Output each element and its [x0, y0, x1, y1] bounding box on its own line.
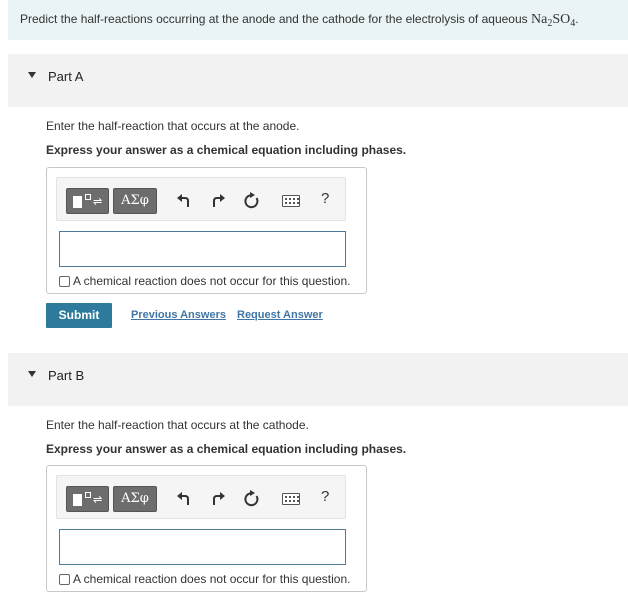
equation-toolbar: ⇌ ΑΣφ ?: [56, 177, 346, 221]
question-text: Predict the half-reactions occurring at …: [20, 12, 579, 29]
part-b-prompt: Enter the half-reaction that occurs at t…: [46, 418, 309, 432]
templates-icon[interactable]: ⇌: [66, 188, 109, 214]
part-a-equation-input[interactable]: [59, 231, 346, 267]
question-prefix: Predict the half-reactions occurring at …: [20, 12, 531, 26]
help-icon[interactable]: ?: [321, 190, 329, 207]
reset-icon[interactable]: [243, 192, 261, 210]
question-banner: Predict the half-reactions occurring at …: [8, 0, 628, 40]
help-icon[interactable]: ?: [321, 488, 329, 505]
request-answer-link[interactable]: Request Answer: [237, 309, 323, 321]
equation-toolbar: ⇌ ΑΣφ ?: [56, 475, 346, 519]
part-a-instruction: Express your answer as a chemical equati…: [46, 143, 407, 157]
previous-answers-link[interactable]: Previous Answers: [131, 309, 226, 321]
greek-symbols-button[interactable]: ΑΣφ: [113, 486, 157, 512]
part-a-prompt: Enter the half-reaction that occurs at t…: [46, 119, 300, 133]
part-b-title: Part B: [48, 368, 85, 383]
templates-icon[interactable]: ⇌: [66, 486, 109, 512]
part-a-title: Part A: [48, 69, 84, 84]
keyboard-icon[interactable]: [282, 195, 300, 207]
no-reaction-label: A chemical reaction does not occur for t…: [73, 572, 351, 586]
part-a-no-reaction-checkbox[interactable]: A chemical reaction does not occur for t…: [59, 274, 350, 288]
redo-icon[interactable]: [209, 490, 227, 508]
submit-button[interactable]: Submit: [46, 303, 112, 328]
redo-icon[interactable]: [209, 192, 227, 210]
part-b-no-reaction-checkbox[interactable]: A chemical reaction does not occur for t…: [59, 572, 350, 586]
chemical-formula: Na2SO4: [530, 12, 576, 29]
undo-icon[interactable]: [175, 192, 193, 210]
collapse-arrow-icon[interactable]: [28, 371, 36, 377]
part-b-answer-box: ⇌ ΑΣφ ? A chemical reaction does not occ…: [46, 465, 367, 592]
no-reaction-label: A chemical reaction does not occur for t…: [73, 274, 351, 288]
reset-icon[interactable]: [243, 490, 261, 508]
undo-icon[interactable]: [175, 490, 193, 508]
checkbox-icon[interactable]: [59, 574, 70, 585]
keyboard-icon[interactable]: [282, 493, 300, 505]
part-b-header[interactable]: Part B: [8, 353, 628, 406]
part-a-answer-box: ⇌ ΑΣφ ? A chemical reaction does not occ…: [46, 167, 367, 294]
checkbox-icon[interactable]: [59, 276, 70, 287]
collapse-arrow-icon[interactable]: [28, 72, 36, 78]
greek-symbols-button[interactable]: ΑΣφ: [113, 188, 157, 214]
part-b-instruction: Express your answer as a chemical equati…: [46, 442, 407, 456]
part-a-header[interactable]: Part A: [8, 54, 628, 107]
part-b-equation-input[interactable]: [59, 529, 346, 565]
